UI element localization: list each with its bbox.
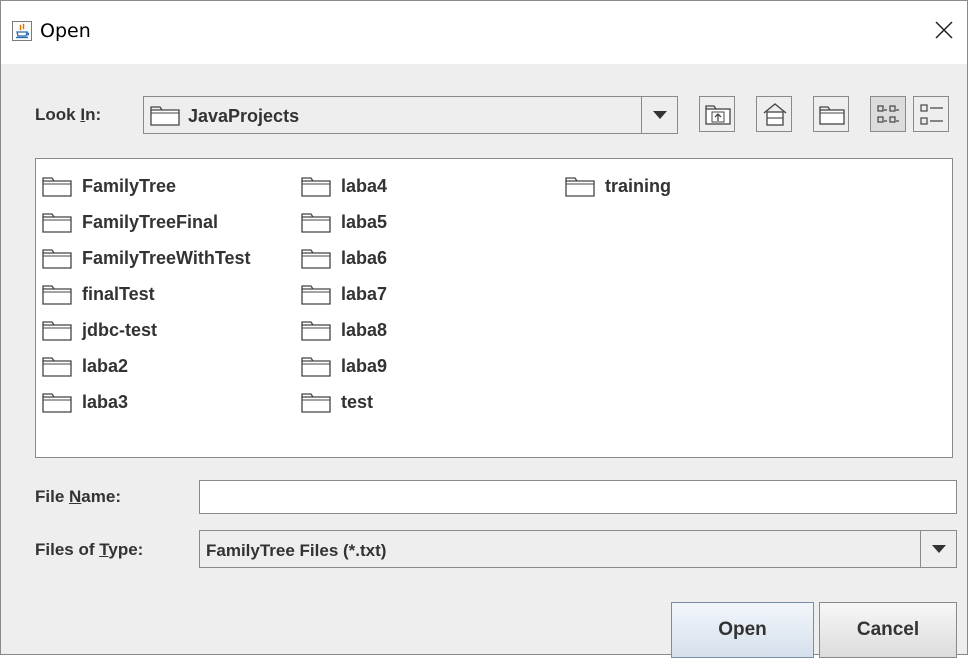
file-name: laba6 <box>341 248 388 268</box>
folder-icon <box>150 106 180 126</box>
file-name: FamilyTreeFinal <box>82 212 219 232</box>
list-view-icon <box>877 105 899 123</box>
file-name: laba2 <box>82 356 129 376</box>
list-view-button[interactable] <box>870 96 906 132</box>
window-title: Open <box>40 20 91 42</box>
cancel-button[interactable]: Cancel <box>819 602 957 658</box>
file-name: jdbc-test <box>82 320 158 340</box>
new-folder-icon <box>819 106 845 125</box>
home-button[interactable] <box>756 96 792 132</box>
up-one-level-button[interactable] <box>699 96 735 132</box>
folder-icon <box>301 213 331 233</box>
file-list[interactable]: FamilyTree FamilyTreeFinal FamilyTreeWit… <box>35 158 953 458</box>
file-type-value: FamilyTree Files (*.txt) <box>206 541 387 560</box>
folder-icon <box>301 321 331 341</box>
look-in-value: JavaProjects <box>188 106 300 126</box>
close-icon <box>935 21 953 39</box>
file-name: finalTest <box>82 284 155 304</box>
file-name-label: File Name: <box>35 487 121 506</box>
file-name: laba9 <box>341 356 388 376</box>
folder-icon <box>42 177 72 197</box>
up-one-level-icon <box>705 105 731 125</box>
chevron-down-icon <box>653 111 667 119</box>
folder-icon <box>301 285 331 305</box>
file-type-dropdown-button[interactable] <box>920 531 956 567</box>
details-view-button[interactable] <box>913 96 949 132</box>
file-type-label: Files of Type: <box>35 540 144 559</box>
folder-icon <box>42 285 72 305</box>
folder-icon <box>301 249 331 269</box>
file-name: test <box>341 392 374 412</box>
folder-icon <box>42 393 72 413</box>
close-button[interactable] <box>921 9 967 55</box>
folder-icon <box>565 177 595 197</box>
file-name: laba5 <box>341 212 388 232</box>
look-in-combo[interactable]: JavaProjects <box>143 96 678 134</box>
folder-icon <box>42 357 72 377</box>
file-name: training <box>605 176 671 196</box>
look-in-dropdown-button[interactable] <box>641 97 677 133</box>
java-icon <box>12 21 32 41</box>
file-name: FamilyTreeWithTest <box>82 248 251 268</box>
details-view-icon <box>920 104 943 125</box>
file-name: FamilyTree <box>82 176 177 196</box>
file-name: laba4 <box>341 176 388 196</box>
open-button[interactable]: Open <box>671 602 814 658</box>
file-name-input[interactable] <box>199 480 957 514</box>
title-bar: Open <box>1 1 967 64</box>
chevron-down-icon <box>932 545 946 553</box>
folder-icon <box>42 249 72 269</box>
file-name: laba8 <box>341 320 388 340</box>
file-name: laba3 <box>82 392 129 412</box>
folder-icon <box>42 321 72 341</box>
home-icon <box>763 103 787 126</box>
look-in-label: Look In: <box>35 105 102 124</box>
new-folder-button[interactable] <box>813 96 849 132</box>
folder-icon <box>42 213 72 233</box>
open-dialog: Open Look In: JavaProjects FamilyTree Fa… <box>0 0 968 658</box>
file-type-combo[interactable]: FamilyTree Files (*.txt) <box>199 530 957 568</box>
folder-icon <box>301 393 331 413</box>
file-name: laba7 <box>341 284 388 304</box>
folder-icon <box>301 357 331 377</box>
folder-icon <box>301 177 331 197</box>
